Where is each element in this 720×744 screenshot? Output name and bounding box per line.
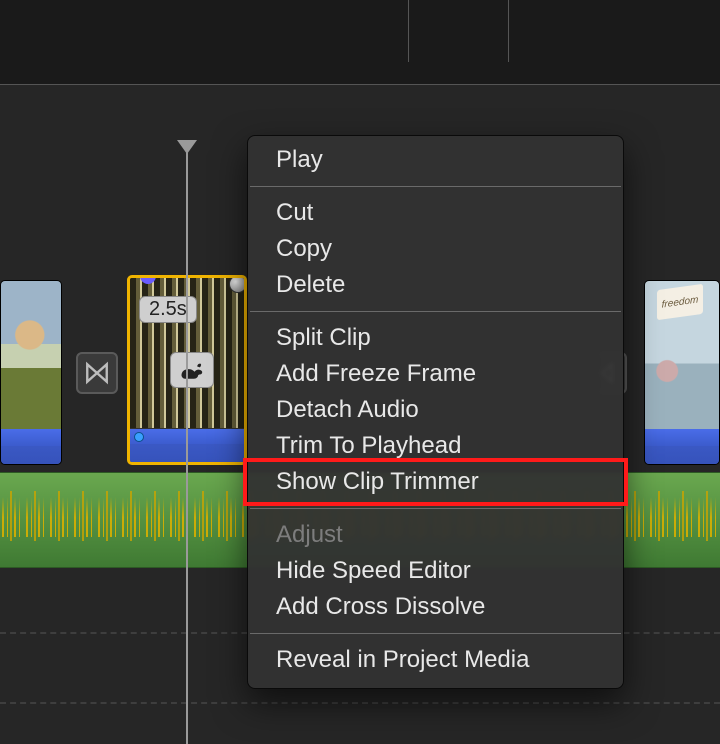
menu-separator bbox=[250, 633, 621, 634]
menu-separator bbox=[250, 186, 621, 187]
clip-audio bbox=[645, 429, 719, 464]
menu-item-add-freeze-frame[interactable]: Add Freeze Frame bbox=[248, 356, 623, 392]
menu-item-split-clip[interactable]: Split Clip bbox=[248, 320, 623, 356]
clip-duration-badge: 2.5s bbox=[139, 296, 197, 323]
menu-item-trim-to-playhead[interactable]: Trim To Playhead bbox=[248, 428, 623, 464]
clip-thumbnail bbox=[1, 281, 61, 431]
menu-separator bbox=[250, 508, 621, 509]
menu-item-reveal-in-project-media[interactable]: Reveal in Project Media bbox=[248, 642, 623, 678]
speed-rabbit-icon bbox=[170, 352, 214, 388]
menu-item-hide-speed-editor[interactable]: Hide Speed Editor bbox=[248, 553, 623, 589]
menu-item-adjust: Adjust bbox=[248, 517, 623, 553]
playhead[interactable] bbox=[186, 150, 188, 744]
menu-item-show-clip-trimmer[interactable]: Show Clip Trimmer bbox=[248, 464, 623, 500]
toolbar bbox=[0, 0, 720, 85]
menu-item-detach-audio[interactable]: Detach Audio bbox=[248, 392, 623, 428]
timeline-clip-prev[interactable] bbox=[0, 280, 62, 465]
track-divider bbox=[0, 702, 720, 704]
transition-cross-dissolve[interactable] bbox=[76, 352, 118, 394]
menu-item-delete[interactable]: Delete bbox=[248, 267, 623, 303]
menu-item-play[interactable]: Play bbox=[248, 142, 623, 178]
menu-item-add-cross-dissolve[interactable]: Add Cross Dissolve bbox=[248, 589, 623, 625]
clip-thumbnail: freedom bbox=[645, 281, 719, 431]
clip-keyframe-icon[interactable] bbox=[229, 275, 247, 293]
timeline-clip-next[interactable]: freedom bbox=[644, 280, 720, 465]
clip-audio bbox=[1, 429, 61, 464]
clip-volume-keyframe-icon[interactable] bbox=[134, 432, 144, 442]
toolbar-separator bbox=[408, 0, 409, 62]
menu-item-copy[interactable]: Copy bbox=[248, 231, 623, 267]
clip-overlay-text: freedom bbox=[657, 284, 703, 320]
context-menu[interactable]: Play CutCopyDelete Split ClipAdd Freeze Fr… bbox=[247, 135, 624, 689]
toolbar-separator bbox=[508, 0, 509, 62]
menu-separator bbox=[250, 311, 621, 312]
menu-item-cut[interactable]: Cut bbox=[248, 195, 623, 231]
